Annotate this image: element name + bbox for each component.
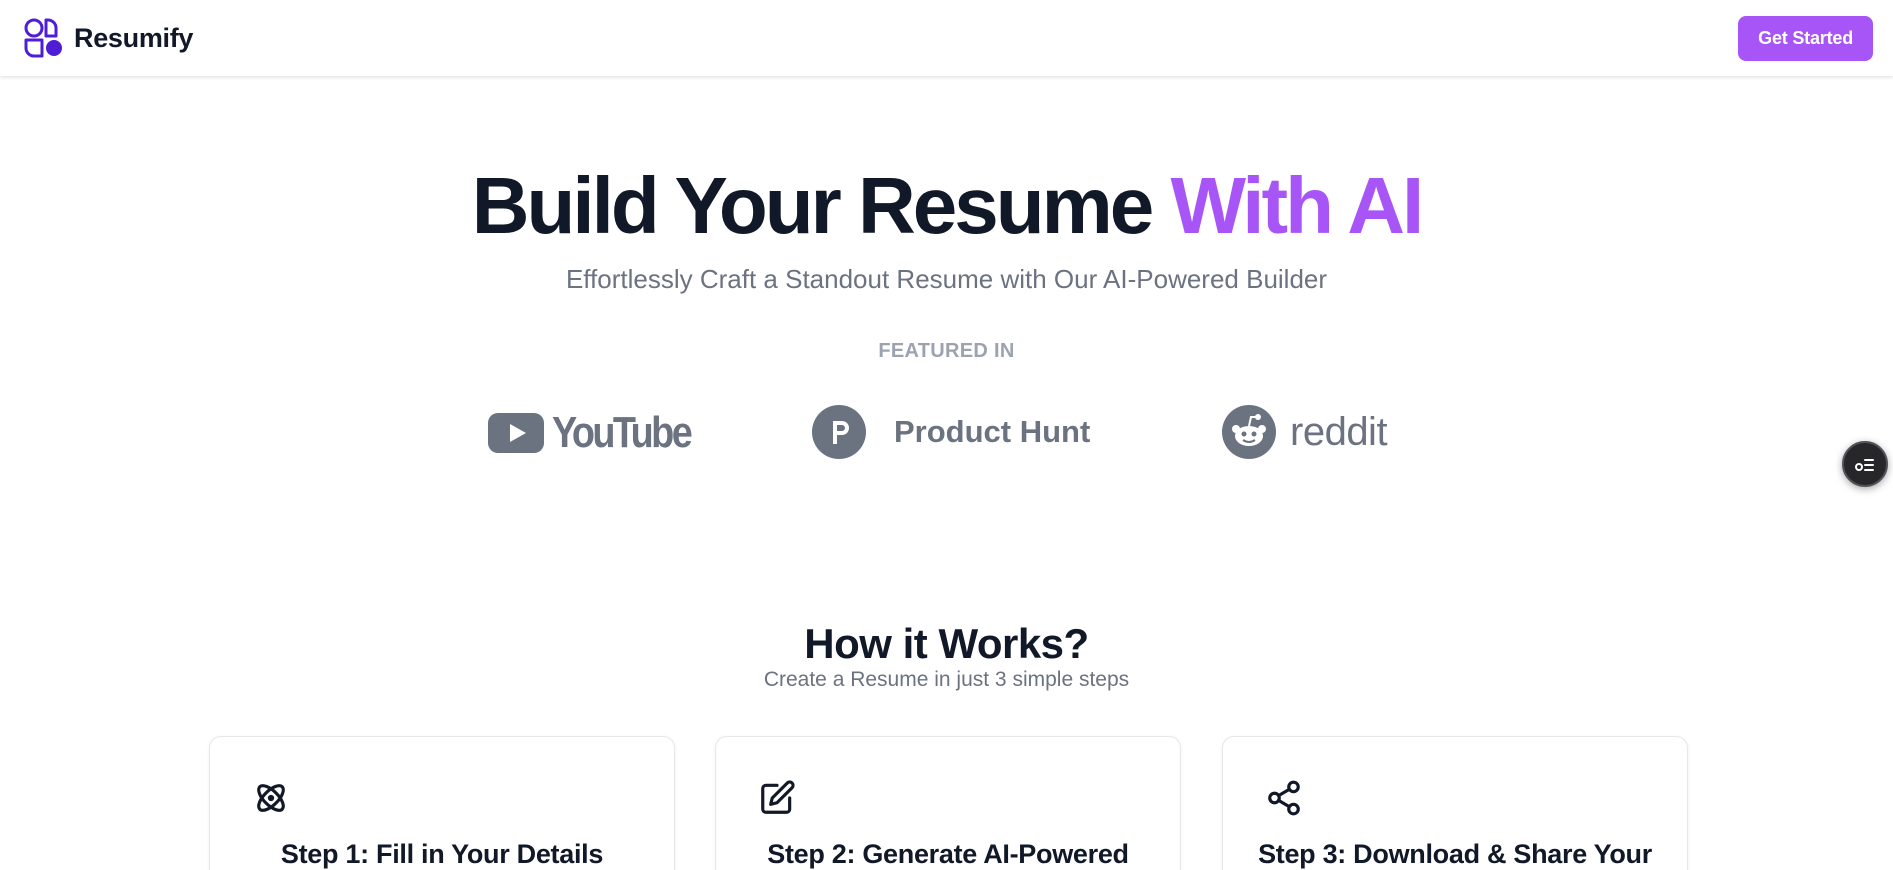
step-card-1: Step 1: Fill in Your Details bbox=[209, 736, 675, 870]
reddit-label: reddit bbox=[1290, 409, 1388, 454]
brand-link[interactable]: Resumify bbox=[24, 18, 193, 58]
edit-icon bbox=[761, 780, 795, 814]
youtube-label: YouTube bbox=[552, 408, 693, 457]
product-hunt-label: Product Hunt bbox=[894, 414, 1091, 449]
share-icon bbox=[1268, 780, 1300, 816]
step-title-2: Step 2: Generate AI-Powered bbox=[767, 839, 1129, 869]
hero-title-accent: With AI bbox=[1170, 161, 1424, 250]
resumify-logo-icon bbox=[24, 18, 62, 58]
atom-icon bbox=[257, 784, 285, 812]
hero-subtitle: Effortlessly Craft a Standout Resume wit… bbox=[565, 264, 1328, 294]
youtube-icon bbox=[488, 413, 544, 453]
featured-in-label: FEATURED IN bbox=[878, 340, 1015, 362]
hero-title: Build Your Resume With AI bbox=[0, 158, 1893, 254]
product-hunt-icon bbox=[812, 405, 866, 459]
navbar: Resumify Get Started bbox=[0, 0, 1893, 76]
product-hunt-logo: Product Hunt bbox=[812, 405, 1090, 459]
brand-name: Resumify bbox=[74, 22, 194, 53]
step-card-2: Step 2: Generate AI-Powered bbox=[715, 736, 1181, 870]
how-it-works-subtitle: Create a Resume in just 3 simple steps bbox=[763, 668, 1130, 691]
toggle-list-icon bbox=[1855, 459, 1874, 471]
get-started-button[interactable]: Get Started bbox=[1738, 15, 1873, 61]
reddit-icon bbox=[1222, 405, 1276, 459]
hero-title-main: Build Your Resume bbox=[471, 161, 1171, 250]
floating-toggle-button[interactable] bbox=[1842, 441, 1888, 487]
step-title-3: Step 3: Download & Share Your bbox=[1258, 839, 1652, 869]
how-it-works-title: How it Works? bbox=[804, 620, 1089, 667]
step-card-3: Step 3: Download & Share Your bbox=[1222, 736, 1688, 870]
reddit-logo: reddit bbox=[1222, 405, 1388, 459]
step-title-1: Step 1: Fill in Your Details bbox=[280, 839, 604, 869]
youtube-logo: YouTube bbox=[488, 408, 713, 458]
